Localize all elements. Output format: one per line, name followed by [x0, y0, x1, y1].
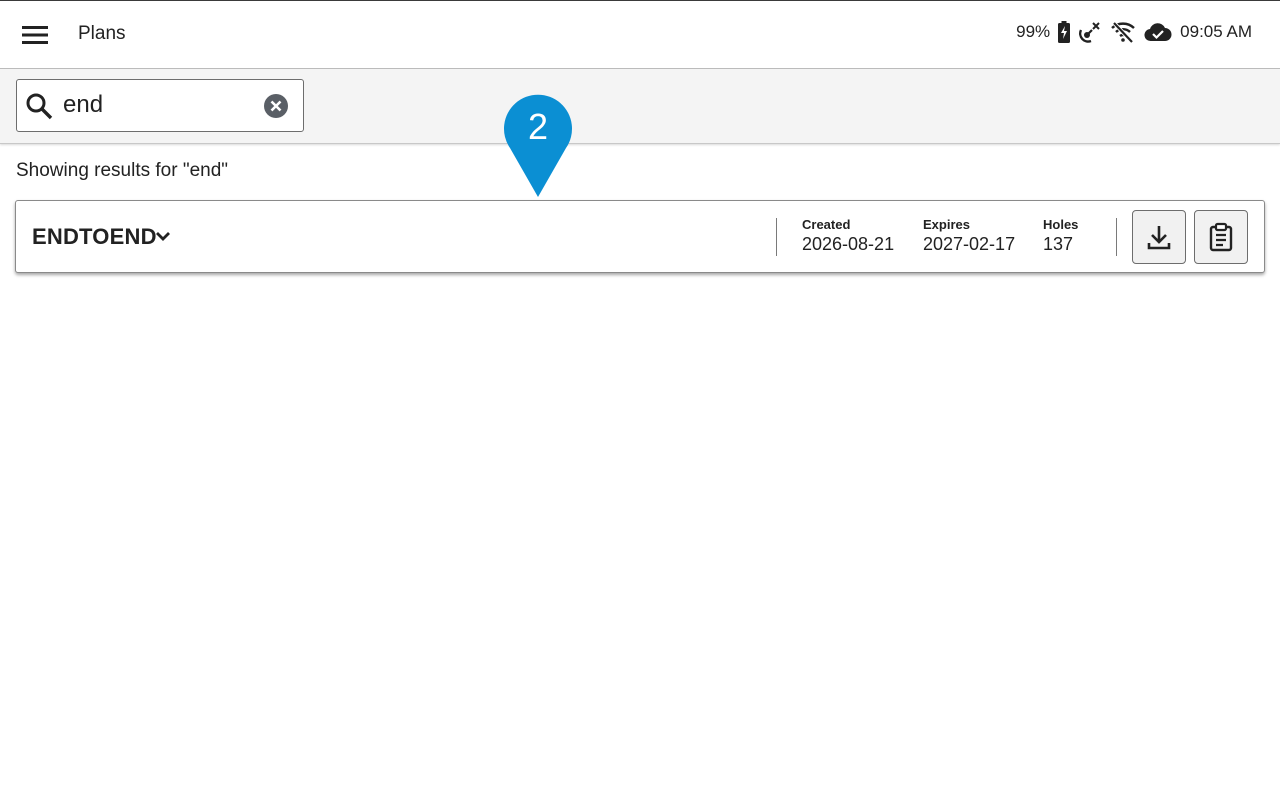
clear-icon[interactable] — [263, 93, 289, 119]
holes-field: Holes 137 — [1043, 217, 1078, 255]
divider — [776, 218, 777, 256]
download-icon — [1147, 226, 1171, 250]
wifi-off-icon — [1111, 21, 1135, 43]
chevron-down-icon[interactable] — [152, 225, 174, 247]
search-toolbar — [0, 69, 1280, 144]
satellite-off-icon — [1079, 22, 1100, 43]
created-value: 2026-08-21 — [802, 234, 895, 254]
battery-charging-icon — [1058, 21, 1071, 43]
plan-name: ENDTOEND — [32, 224, 157, 249]
clock: 09:05 AM — [1180, 22, 1252, 41]
clipboard-button[interactable] — [1194, 210, 1248, 264]
menu-icon — [22, 26, 48, 44]
holes-label: Holes — [1043, 217, 1079, 232]
download-button[interactable] — [1132, 210, 1186, 264]
search-input[interactable] — [63, 88, 253, 122]
map-pin-marker[interactable]: 2 — [503, 86, 573, 198]
page-title: Plans — [78, 23, 126, 44]
status-bar: 99% 09:05 AM — [1016, 21, 1252, 43]
top-app-bar: Plans 99% 09:05 AM — [0, 0, 1280, 69]
marker-number: 2 — [527, 106, 549, 147]
search-icon — [26, 93, 53, 120]
battery-percent: 99% — [1016, 22, 1051, 41]
plan-card[interactable]: ENDTOEND Created 2026-08-21 Expires 2027… — [15, 200, 1265, 273]
clipboard-icon — [1209, 222, 1233, 252]
expires-field: Expires 2027-02-17 — [923, 217, 1015, 255]
results-summary: Showing results for "end" — [16, 160, 229, 181]
created-label: Created — [802, 217, 851, 232]
search-field[interactable] — [16, 79, 304, 132]
expires-label: Expires — [923, 217, 970, 232]
menu-button[interactable] — [14, 15, 56, 55]
expires-value: 2027-02-17 — [923, 234, 1016, 254]
holes-value: 137 — [1043, 234, 1074, 254]
created-field: Created 2026-08-21 — [802, 217, 894, 255]
cloud-done-icon — [1144, 23, 1172, 42]
divider — [1116, 218, 1117, 256]
